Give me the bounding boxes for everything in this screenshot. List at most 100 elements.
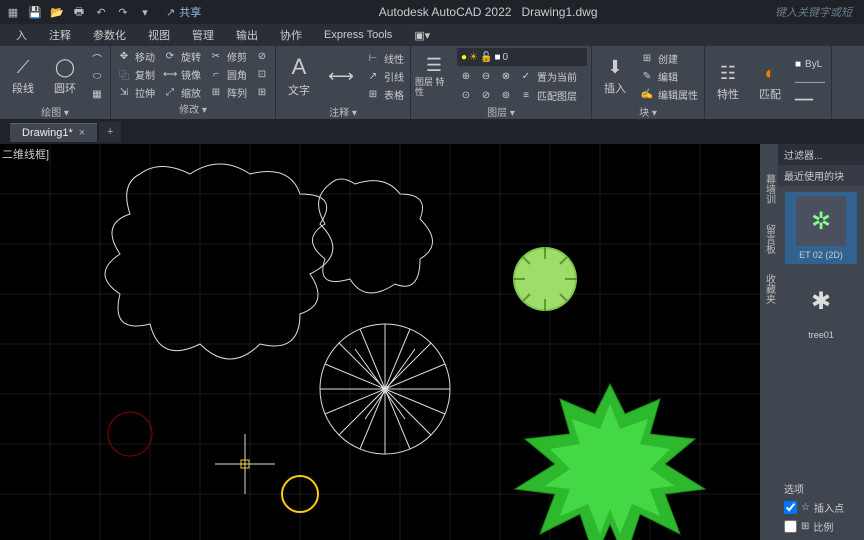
recent-blocks-label: 最近使用的块	[778, 165, 864, 186]
mod-extra1[interactable]: ⊘	[253, 48, 271, 65]
filter-dropdown[interactable]: 过滤器...	[778, 144, 864, 165]
tab-view[interactable]: 视图	[138, 24, 180, 46]
rotate-button[interactable]: ⟳旋转	[161, 48, 203, 65]
view-cube-label[interactable]: 二维线框]	[2, 146, 49, 162]
tab-parametric[interactable]: 参数化	[83, 24, 136, 46]
linear-button[interactable]: ⊢线性	[364, 50, 406, 67]
edit-attr-button[interactable]: ✍编辑属性	[638, 86, 700, 103]
donut-button[interactable]: ◯圆环	[46, 48, 84, 104]
copy-button[interactable]: ⿻复制	[115, 66, 157, 83]
save-icon[interactable]: 💾	[26, 3, 44, 21]
trim-button[interactable]: ✂修剪	[207, 48, 249, 65]
new-tab-button[interactable]: +	[99, 122, 121, 142]
panel-draw-label[interactable]: 绘图 ▾	[4, 104, 106, 120]
mod-extra2[interactable]: ⊡	[253, 66, 271, 83]
tab-collab[interactable]: 协作	[270, 24, 312, 46]
layer-tool2[interactable]: ⊖	[477, 68, 495, 85]
mod-extra3[interactable]: ⊞	[253, 84, 271, 101]
dim-icon: ⟷	[328, 66, 354, 87]
insert-button[interactable]: ⬇插入	[596, 48, 634, 104]
hatch-icon: ▦	[90, 89, 104, 100]
open-icon[interactable]: 📂	[48, 3, 66, 21]
tab-annotate[interactable]: 注释	[39, 24, 81, 46]
ltype-dropdown[interactable]: ———	[793, 74, 827, 91]
side-tab-3[interactable]: 收藏夹	[762, 274, 777, 304]
quick-access-toolbar: ▦ 💾 📂 🖶 ↶ ↷ ▾	[4, 3, 154, 21]
hatch-button[interactable]: ▦	[88, 86, 106, 103]
menu-icon[interactable]: ▦	[4, 3, 22, 21]
match-prop-button[interactable]: ◐匹配	[751, 55, 789, 111]
create-block-button[interactable]: ⊞创建	[638, 50, 700, 67]
share-icon: ↗	[166, 6, 175, 19]
arc-icon: ⌒	[90, 51, 104, 66]
share-button[interactable]: ↗ 共享	[166, 4, 201, 20]
panel-annot-label[interactable]: 注释 ▾	[280, 104, 406, 120]
lock-icon: 🔓	[480, 52, 492, 63]
tab-express[interactable]: Express Tools	[314, 26, 402, 44]
panel-annotate: A文字 ⟷ ⊢线性 ↗引线 ⊞表格 注释 ▾	[276, 46, 411, 119]
block-item-2[interactable]: ✱ tree01	[785, 276, 857, 340]
insertpoint-checkbox[interactable]	[784, 501, 797, 514]
scale-button[interactable]: ⤢缩放	[161, 84, 203, 101]
block-item-1[interactable]: ✲ ET 02 (2D)	[785, 192, 857, 264]
block-thumb-2: ✱	[796, 276, 846, 326]
dropdown-icon[interactable]: ▾	[136, 3, 154, 21]
layer-dropdown[interactable]: ● ☀ 🔓 ■ 0	[457, 48, 587, 66]
layer-tool3[interactable]: ⊗	[497, 68, 515, 85]
prop-button[interactable]: ☷特性	[709, 55, 747, 111]
app-title: Autodesk AutoCAD 2022 Drawing1.dwg	[201, 5, 775, 19]
move-icon: ✥	[117, 51, 131, 62]
match-layer-button[interactable]: ≡匹配图层	[517, 87, 579, 104]
doc-tab-active[interactable]: Drawing1*×	[10, 123, 97, 142]
opt-insertpoint[interactable]: ☆插入点	[784, 498, 858, 517]
edit-block-button[interactable]: ✎编辑	[638, 68, 700, 85]
panel-modify: ✥移动 ⿻复制 ⇲拉伸 ⟳旋转 ⟷镜像 ⤢缩放 ✂修剪 ⌐圆角 ⊞阵列 ⊘ ⊡ …	[111, 46, 276, 119]
panel-block-label[interactable]: 块 ▾	[596, 104, 700, 120]
panel-block: ⬇插入 ⊞创建 ✎编辑 ✍编辑属性 块 ▾	[592, 46, 705, 119]
layer-tool5[interactable]: ⊘	[477, 87, 495, 104]
tab-output[interactable]: 输出	[226, 24, 268, 46]
tab-manage[interactable]: 管理	[182, 24, 224, 46]
panel-modify-label[interactable]: 修改 ▾	[115, 101, 271, 117]
arc-button[interactable]: ⌒	[88, 50, 106, 67]
panel-layer-label[interactable]: 图层 ▾	[415, 104, 587, 120]
move-button[interactable]: ✥移动	[115, 48, 157, 65]
ellipse-button[interactable]: ⬭	[88, 68, 106, 85]
sun-icon: ☀	[469, 52, 478, 63]
insert-icon: ⬇	[607, 57, 622, 78]
search-hint[interactable]: 键入关键字或短	[775, 4, 852, 20]
close-tab-icon[interactable]: ×	[79, 127, 85, 139]
layer-tool4[interactable]: ⊙	[457, 87, 475, 104]
table-button[interactable]: ⊞表格	[364, 86, 406, 103]
mirror-button[interactable]: ⟷镜像	[161, 66, 203, 83]
circle-icon: ◯	[55, 57, 75, 78]
side-tab-2[interactable]: 留言板	[762, 224, 777, 254]
scale-checkbox[interactable]	[784, 520, 797, 533]
options-label: 选项	[784, 479, 858, 498]
lweight-dropdown[interactable]: ━━━	[793, 92, 827, 109]
array-button[interactable]: ⊞阵列	[207, 84, 249, 101]
set-current-button[interactable]: ✓置为当前	[517, 68, 579, 85]
model-space[interactable]: 二维线框]	[0, 144, 778, 540]
color-dropdown[interactable]: ■ByL	[793, 56, 827, 73]
layer-tool6[interactable]: ⊚	[497, 87, 515, 104]
undo-icon[interactable]: ↶	[92, 3, 110, 21]
print-icon[interactable]: 🖶	[70, 3, 88, 21]
pline-button[interactable]: ⟋段线	[4, 48, 42, 104]
layer-prop-button[interactable]: ☰图层 特性	[415, 48, 453, 104]
document-tabs: Drawing1*× +	[0, 120, 864, 144]
tab-apps[interactable]: ▣▾	[404, 26, 440, 45]
stretch-button[interactable]: ⇲拉伸	[115, 84, 157, 101]
dim-button[interactable]: ⟷	[322, 48, 360, 104]
text-button[interactable]: A文字	[280, 48, 318, 104]
redo-icon[interactable]: ↷	[114, 3, 132, 21]
fillet-button[interactable]: ⌐圆角	[207, 66, 249, 83]
side-tab-1[interactable]: 幕墙训	[762, 174, 777, 204]
opt-scale[interactable]: ⊞比例	[784, 517, 858, 536]
layer-tool1[interactable]: ⊕	[457, 68, 475, 85]
match-icon: ◐	[765, 63, 776, 84]
tab-insert[interactable]: 入	[6, 24, 37, 46]
layers-icon: ☰	[426, 55, 442, 76]
bulb-icon: ●	[461, 52, 467, 63]
leader-button[interactable]: ↗引线	[364, 68, 406, 85]
